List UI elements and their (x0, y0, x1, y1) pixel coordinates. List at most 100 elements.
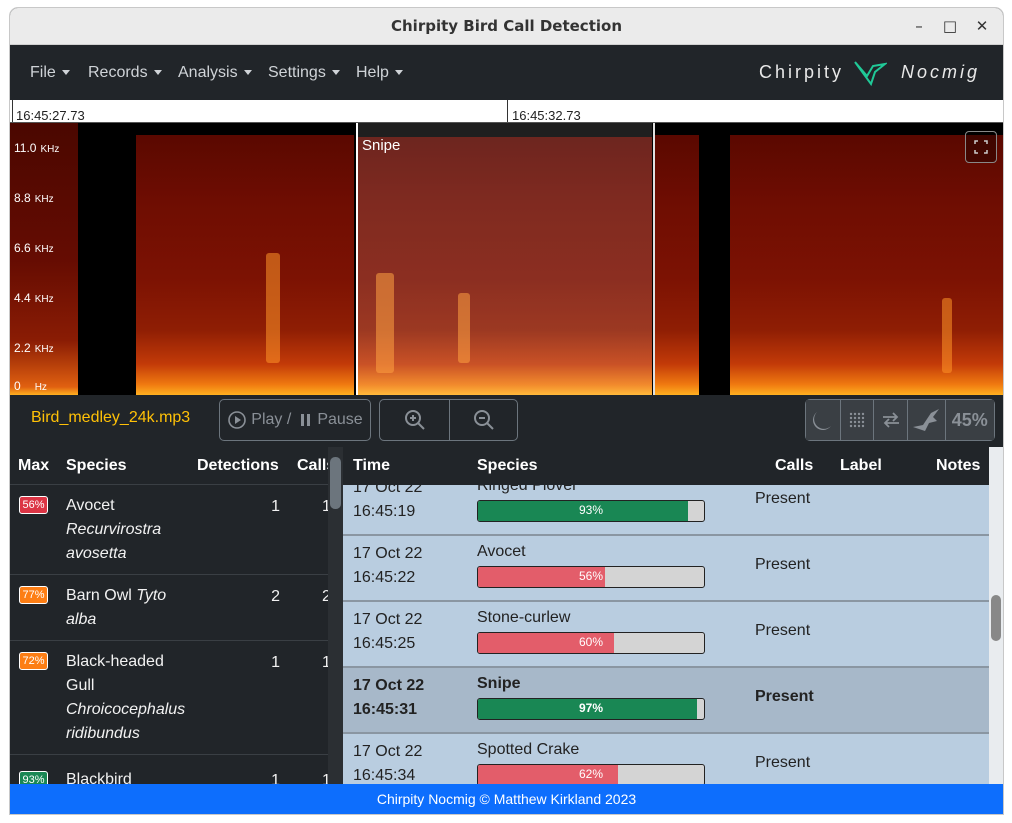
confidence-label: 56% (578, 569, 604, 583)
result-species: Stone-curlew (477, 609, 571, 626)
summary-row[interactable]: 72% Black-headed Gull Chroicocephalus rid… (10, 642, 331, 755)
freq-label: 11.0 KHz (14, 141, 60, 155)
detections-count: 1 (271, 772, 280, 784)
menu-help-label: Help (356, 64, 389, 81)
header-time[interactable]: Time (353, 457, 390, 475)
call-streak (266, 253, 280, 363)
result-calls: Present (755, 490, 811, 507)
bird-icon (913, 409, 940, 431)
selected-region[interactable]: Snipe (356, 123, 652, 395)
menu-analysis[interactable]: Analysis (178, 64, 252, 82)
threshold-bird-button[interactable] (906, 400, 945, 440)
app-window: Chirpity Bird Call Detection – □ ✕ File … (10, 8, 1003, 814)
threshold-value[interactable]: 45% (944, 400, 994, 440)
menu-settings-label: Settings (268, 64, 326, 81)
caret-down-icon (331, 70, 340, 76)
header-detections[interactable]: Detections (197, 457, 279, 475)
caret-down-icon (153, 70, 162, 76)
zoom-out-icon (473, 410, 494, 430)
header-calls[interactable]: Calls (775, 457, 813, 475)
fullscreen-button[interactable] (965, 131, 997, 163)
header-species[interactable]: Species (66, 457, 126, 475)
confidence-bar: 60% (477, 632, 705, 654)
result-calls: Present (755, 622, 811, 639)
call-streak (942, 298, 952, 373)
menu-settings[interactable]: Settings (268, 64, 340, 82)
result-row-selected[interactable]: 17 Oct 22 16:45:31 Snipe 97% Present (343, 668, 989, 734)
freq-label: 6.6 KHz (14, 241, 54, 255)
result-row[interactable]: 17 Oct 22 16:45:22 Avocet 56% Present (343, 536, 989, 602)
confidence-bar: 56% (477, 566, 705, 588)
summary-scroll-thumb[interactable] (330, 457, 341, 509)
result-row[interactable]: 17 Oct 22 16:45:19 Ringed Plover 93% Pres… (343, 485, 989, 536)
zoom-in-button[interactable] (380, 400, 449, 440)
result-species: Snipe (477, 675, 521, 692)
zoom-out-button[interactable] (449, 400, 517, 440)
nocmig-mode-button[interactable] (806, 400, 840, 440)
species-name: Black-headed Gull Chroicocephalus ridibun… (66, 653, 186, 742)
header-label[interactable]: Label (840, 457, 882, 475)
result-calls: Present (755, 688, 814, 705)
play-label: Play / (251, 411, 292, 428)
menu-file-label: File (30, 64, 56, 81)
result-datetime: 17 Oct 22 16:45:31 (353, 677, 425, 718)
play-icon (228, 411, 247, 429)
result-datetime: 17 Oct 22 16:45:25 (353, 611, 423, 652)
tool-group: 45% (805, 399, 995, 441)
bird-logo-icon (854, 61, 887, 87)
menu-records[interactable]: Records (88, 64, 162, 82)
max-badge: 77% (19, 586, 48, 604)
timeline[interactable]: 16:45:27.73 16:45:32.73 (10, 100, 1003, 123)
timeline-tick-label: 16:45:27.73 (16, 108, 85, 123)
result-row[interactable]: 17 Oct 22 16:45:25 Stone-curlew 60% Prese… (343, 602, 989, 668)
species-name: Avocet Recurvirostra avosetta (66, 497, 162, 562)
freq-label: 4.4 KHz (14, 291, 54, 305)
menu-help[interactable]: Help (356, 64, 403, 82)
summary-row[interactable]: 56% Avocet Recurvirostra avosetta 1 1 (10, 486, 331, 575)
menu-records-label: Records (88, 64, 148, 81)
result-species: Avocet (477, 543, 526, 560)
header-species[interactable]: Species (477, 457, 537, 475)
pause-label: Pause (317, 411, 363, 428)
max-badge: 56% (19, 496, 48, 514)
spectrogram-grid-button[interactable] (839, 400, 874, 440)
results-scroll-thumb[interactable] (991, 595, 1001, 641)
timeline-tick (507, 100, 508, 122)
menu-file[interactable]: File (30, 64, 70, 82)
freq-label: 2.2 KHz (14, 341, 54, 355)
result-calls: Present (755, 754, 811, 771)
max-badge: 93% (19, 771, 48, 784)
spectrogram-segment (136, 135, 354, 395)
arrows-exchange-icon (882, 412, 899, 428)
menu-analysis-label: Analysis (178, 64, 238, 81)
maximize-icon[interactable]: □ (938, 15, 962, 37)
max-badge: 72% (19, 652, 48, 670)
menu-bar: File Records Analysis Settings Help Chir… (10, 45, 1003, 100)
swap-button[interactable] (873, 400, 907, 440)
play-pause-button[interactable]: Play / Pause (220, 400, 370, 440)
close-icon[interactable]: ✕ (970, 15, 994, 37)
confidence-bar: 97% (477, 698, 705, 720)
minimize-icon[interactable]: – (907, 15, 931, 37)
result-calls: Present (755, 556, 811, 573)
caret-down-icon (243, 70, 252, 76)
spectrogram[interactable]: 11.0 KHz 8.8 KHz 6.6 KHz 4.4 KHz 2.2 KHz 0 Hz … (10, 123, 1003, 395)
timeline-tick-label: 16:45:32.73 (512, 108, 581, 123)
playhead[interactable] (653, 123, 655, 395)
spectrogram-segment (655, 135, 699, 395)
footer: Chirpity Nocmig © Matthew Kirkland 2023 (10, 784, 1003, 814)
region-label: Snipe (362, 137, 401, 154)
summary-row[interactable]: 77% Barn Owl Tyto alba 2 2 (10, 576, 331, 641)
species-summary-panel: Max Species Detections Calls 56% Avocet R… (10, 447, 343, 784)
moon-bird-icon (812, 412, 831, 430)
result-row[interactable]: 17 Oct 22 16:45:34 Spotted Crake 62% Pres… (343, 734, 989, 784)
freq-label: 8.8 KHz (14, 191, 54, 205)
spectrogram-segment (730, 135, 1003, 395)
confidence-label: 62% (578, 767, 604, 781)
fullscreen-icon (974, 140, 988, 154)
header-max[interactable]: Max (18, 457, 49, 475)
play-pause-group: Play / Pause (219, 399, 371, 441)
header-notes[interactable]: Notes (936, 457, 980, 475)
result-species: Spotted Crake (477, 741, 580, 758)
summary-row[interactable]: 93% Blackbird 1 1 (10, 756, 331, 784)
